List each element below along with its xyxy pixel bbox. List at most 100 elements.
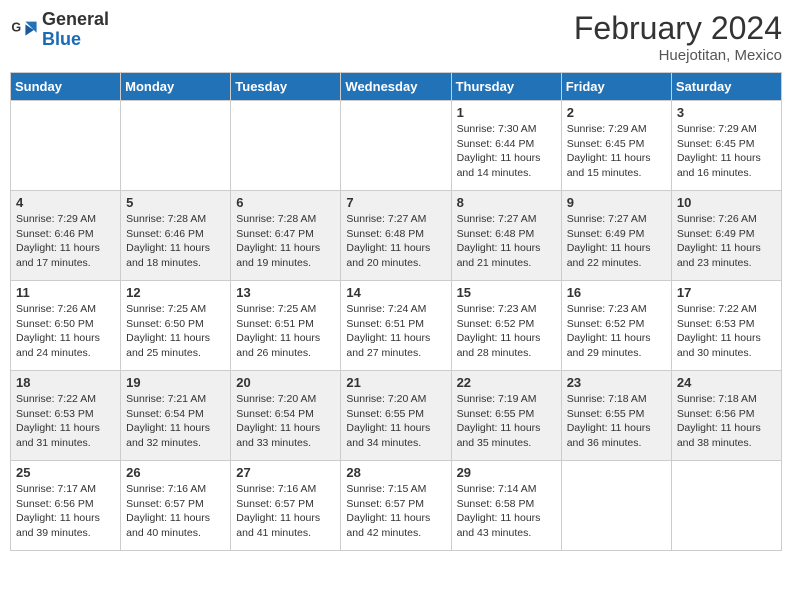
day-number: 7 (346, 195, 445, 210)
day-number: 4 (16, 195, 115, 210)
day-info: Sunrise: 7:29 AM Sunset: 6:45 PM Dayligh… (567, 122, 666, 181)
day-number: 5 (126, 195, 225, 210)
calendar-cell: 6Sunrise: 7:28 AM Sunset: 6:47 PM Daylig… (231, 191, 341, 281)
week-row-1: 4 Sunrise: 7:29 AM Sunset: 6:46 PM Daylig… (11, 191, 782, 281)
calendar-cell: 13Sunrise: 7:25 AM Sunset: 6:51 PM Dayli… (231, 281, 341, 371)
day-info: Sunrise: 7:26 AM Sunset: 6:49 PM Dayligh… (677, 212, 776, 271)
day-info: Sunrise: 7:29 AM Sunset: 6:45 PM Dayligh… (677, 122, 776, 181)
calendar-cell (561, 461, 671, 551)
calendar-cell (671, 461, 781, 551)
calendar-body: 1 Sunrise: 7:30 AM Sunset: 6:44 PM Daylig… (11, 101, 782, 551)
calendar-cell: 17 Sunrise: 7:22 AM Sunset: 6:53 PM Dayli… (671, 281, 781, 371)
weekday-header-saturday: Saturday (671, 73, 781, 101)
weekday-header-friday: Friday (561, 73, 671, 101)
calendar-cell: 4 Sunrise: 7:29 AM Sunset: 6:46 PM Daylig… (11, 191, 121, 281)
day-info: Sunrise: 7:28 AM Sunset: 6:46 PM Dayligh… (126, 212, 225, 271)
day-number: 1 (457, 105, 556, 120)
day-number: 19 (126, 375, 225, 390)
calendar-cell: 10 Sunrise: 7:26 AM Sunset: 6:49 PM Dayli… (671, 191, 781, 281)
weekday-header-sunday: Sunday (11, 73, 121, 101)
title-block: February 2024 Huejotitan, Mexico (574, 10, 782, 64)
weekday-header-thursday: Thursday (451, 73, 561, 101)
day-number: 9 (567, 195, 666, 210)
day-info: Sunrise: 7:22 AM Sunset: 6:53 PM Dayligh… (677, 302, 776, 361)
day-number: 10 (677, 195, 776, 210)
calendar-cell: 5 Sunrise: 7:28 AM Sunset: 6:46 PM Daylig… (121, 191, 231, 281)
day-number: 28 (346, 465, 445, 480)
logo-icon: G (10, 16, 38, 44)
day-number: 17 (677, 285, 776, 300)
day-number: 25 (16, 465, 115, 480)
day-number: 6 (236, 195, 335, 210)
calendar-cell (121, 101, 231, 191)
day-info: Sunrise: 7:18 AM Sunset: 6:56 PM Dayligh… (677, 392, 776, 451)
day-number: 18 (16, 375, 115, 390)
day-number: 8 (457, 195, 556, 210)
day-number: 2 (567, 105, 666, 120)
week-row-0: 1 Sunrise: 7:30 AM Sunset: 6:44 PM Daylig… (11, 101, 782, 191)
calendar-subtitle: Huejotitan, Mexico (574, 47, 782, 64)
day-number: 27 (236, 465, 335, 480)
calendar-cell: 21Sunrise: 7:20 AM Sunset: 6:55 PM Dayli… (341, 371, 451, 461)
day-number: 15 (457, 285, 556, 300)
calendar-cell: 27 Sunrise: 7:16 AM Sunset: 6:57 PM Dayli… (231, 461, 341, 551)
calendar-cell: 2 Sunrise: 7:29 AM Sunset: 6:45 PM Daylig… (561, 101, 671, 191)
calendar-cell: 8 Sunrise: 7:27 AM Sunset: 6:48 PM Daylig… (451, 191, 561, 281)
calendar-cell: 29 Sunrise: 7:14 AM Sunset: 6:58 PM Dayli… (451, 461, 561, 551)
day-info: Sunrise: 7:23 AM Sunset: 6:52 PM Dayligh… (567, 302, 666, 361)
logo: G General Blue (10, 10, 109, 50)
calendar-cell: 3 Sunrise: 7:29 AM Sunset: 6:45 PM Daylig… (671, 101, 781, 191)
calendar-cell: 22Sunrise: 7:19 AM Sunset: 6:55 PM Dayli… (451, 371, 561, 461)
calendar-cell: 14Sunrise: 7:24 AM Sunset: 6:51 PM Dayli… (341, 281, 451, 371)
day-info: Sunrise: 7:14 AM Sunset: 6:58 PM Dayligh… (457, 482, 556, 541)
day-info: Sunrise: 7:25 AM Sunset: 6:51 PM Dayligh… (236, 302, 335, 361)
logo-general: General (42, 9, 109, 29)
calendar-cell: 16Sunrise: 7:23 AM Sunset: 6:52 PM Dayli… (561, 281, 671, 371)
calendar-cell (341, 101, 451, 191)
day-number: 14 (346, 285, 445, 300)
day-info: Sunrise: 7:23 AM Sunset: 6:52 PM Dayligh… (457, 302, 556, 361)
calendar-cell: 24 Sunrise: 7:18 AM Sunset: 6:56 PM Dayli… (671, 371, 781, 461)
day-info: Sunrise: 7:25 AM Sunset: 6:50 PM Dayligh… (126, 302, 225, 361)
calendar-title: February 2024 (574, 10, 782, 47)
day-info: Sunrise: 7:21 AM Sunset: 6:54 PM Dayligh… (126, 392, 225, 451)
day-info: Sunrise: 7:22 AM Sunset: 6:53 PM Dayligh… (16, 392, 115, 451)
day-info: Sunrise: 7:17 AM Sunset: 6:56 PM Dayligh… (16, 482, 115, 541)
day-info: Sunrise: 7:18 AM Sunset: 6:55 PM Dayligh… (567, 392, 666, 451)
week-row-4: 25 Sunrise: 7:17 AM Sunset: 6:56 PM Dayli… (11, 461, 782, 551)
weekday-header-row: SundayMondayTuesdayWednesdayThursdayFrid… (11, 73, 782, 101)
day-number: 12 (126, 285, 225, 300)
day-info: Sunrise: 7:16 AM Sunset: 6:57 PM Dayligh… (126, 482, 225, 541)
logo-blue: Blue (42, 29, 81, 49)
calendar-cell: 7 Sunrise: 7:27 AM Sunset: 6:48 PM Daylig… (341, 191, 451, 281)
day-number: 22 (457, 375, 556, 390)
calendar-cell (231, 101, 341, 191)
logo-text: General Blue (42, 10, 109, 50)
day-number: 29 (457, 465, 556, 480)
day-info: Sunrise: 7:27 AM Sunset: 6:48 PM Dayligh… (457, 212, 556, 271)
day-number: 26 (126, 465, 225, 480)
day-info: Sunrise: 7:16 AM Sunset: 6:57 PM Dayligh… (236, 482, 335, 541)
day-number: 24 (677, 375, 776, 390)
calendar-cell: 28Sunrise: 7:15 AM Sunset: 6:57 PM Dayli… (341, 461, 451, 551)
week-row-2: 11 Sunrise: 7:26 AM Sunset: 6:50 PM Dayli… (11, 281, 782, 371)
day-number: 3 (677, 105, 776, 120)
page-header: G General Blue February 2024 Huejotitan,… (10, 10, 782, 64)
calendar-header: SundayMondayTuesdayWednesdayThursdayFrid… (11, 73, 782, 101)
day-info: Sunrise: 7:26 AM Sunset: 6:50 PM Dayligh… (16, 302, 115, 361)
calendar-cell: 23 Sunrise: 7:18 AM Sunset: 6:55 PM Dayli… (561, 371, 671, 461)
day-info: Sunrise: 7:30 AM Sunset: 6:44 PM Dayligh… (457, 122, 556, 181)
week-row-3: 18 Sunrise: 7:22 AM Sunset: 6:53 PM Dayli… (11, 371, 782, 461)
day-info: Sunrise: 7:20 AM Sunset: 6:54 PM Dayligh… (236, 392, 335, 451)
day-info: Sunrise: 7:29 AM Sunset: 6:46 PM Dayligh… (16, 212, 115, 271)
day-number: 23 (567, 375, 666, 390)
calendar-cell: 11 Sunrise: 7:26 AM Sunset: 6:50 PM Dayli… (11, 281, 121, 371)
weekday-header-wednesday: Wednesday (341, 73, 451, 101)
day-number: 11 (16, 285, 115, 300)
calendar-cell: 1 Sunrise: 7:30 AM Sunset: 6:44 PM Daylig… (451, 101, 561, 191)
calendar-cell: 19 Sunrise: 7:21 AM Sunset: 6:54 PM Dayli… (121, 371, 231, 461)
calendar-cell (11, 101, 121, 191)
day-info: Sunrise: 7:27 AM Sunset: 6:48 PM Dayligh… (346, 212, 445, 271)
calendar-cell: 20Sunrise: 7:20 AM Sunset: 6:54 PM Dayli… (231, 371, 341, 461)
calendar-cell: 18 Sunrise: 7:22 AM Sunset: 6:53 PM Dayli… (11, 371, 121, 461)
